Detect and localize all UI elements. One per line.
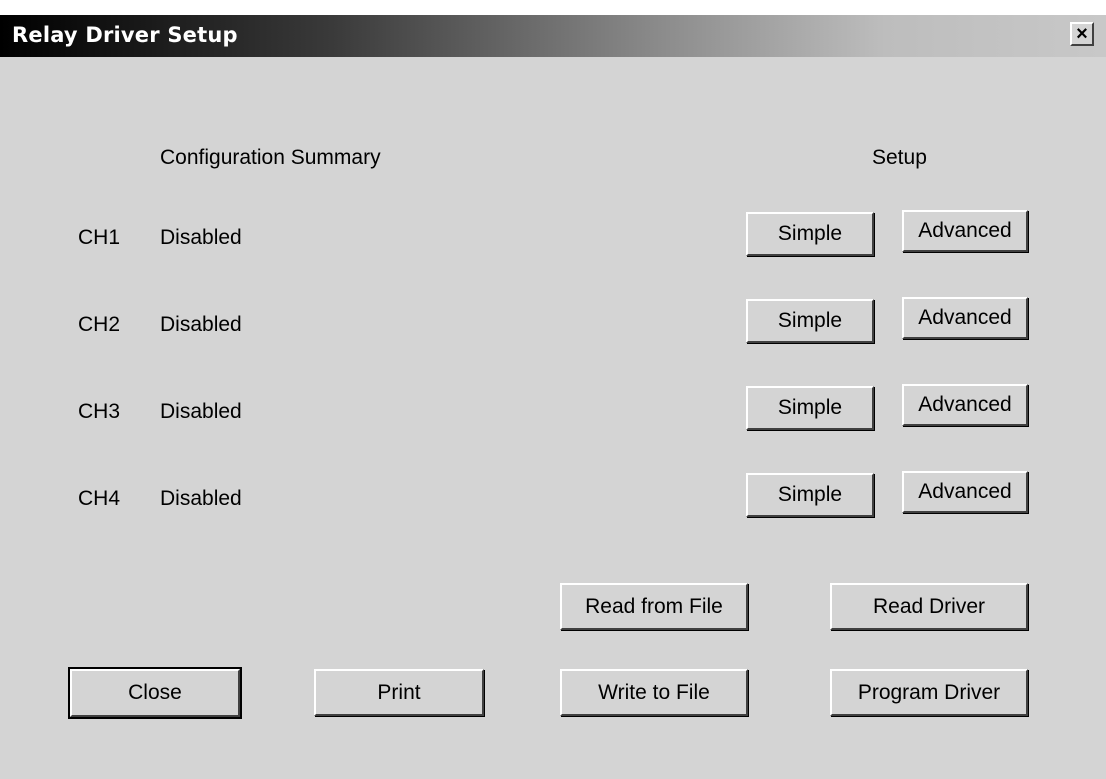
ch2-advanced-button[interactable]: Advanced <box>902 297 1028 339</box>
ch1-advanced-button[interactable]: Advanced <box>902 210 1028 252</box>
write-to-file-button[interactable]: Write to File <box>560 669 748 716</box>
channel-status-ch3: Disabled <box>160 400 242 423</box>
close-button[interactable]: Close <box>68 667 242 719</box>
window-title: Relay Driver Setup <box>12 23 238 47</box>
channel-status-ch1: Disabled <box>160 226 242 249</box>
title-bar[interactable]: Relay Driver Setup × <box>0 15 1106 57</box>
channel-status-ch4: Disabled <box>160 487 242 510</box>
channel-label-ch1: CH1 <box>78 226 121 249</box>
ch2-simple-button[interactable]: Simple <box>746 299 874 343</box>
print-button[interactable]: Print <box>314 669 484 716</box>
channel-label-ch3: CH3 <box>78 400 121 423</box>
close-icon[interactable]: × <box>1070 22 1094 46</box>
program-driver-button[interactable]: Program Driver <box>830 669 1028 716</box>
channel-label-ch4: CH4 <box>78 487 121 510</box>
read-driver-button[interactable]: Read Driver <box>830 583 1028 630</box>
ch3-simple-button[interactable]: Simple <box>746 386 874 430</box>
ch4-simple-button[interactable]: Simple <box>746 473 874 517</box>
channel-status-ch2: Disabled <box>160 313 242 336</box>
ch4-advanced-button[interactable]: Advanced <box>902 471 1028 513</box>
configuration-summary-header: Configuration Summary <box>160 146 381 169</box>
setup-header: Setup <box>872 146 927 169</box>
ch1-simple-button[interactable]: Simple <box>746 212 874 256</box>
channel-label-ch2: CH2 <box>78 313 121 336</box>
read-from-file-button[interactable]: Read from File <box>560 583 748 630</box>
ch3-advanced-button[interactable]: Advanced <box>902 384 1028 426</box>
